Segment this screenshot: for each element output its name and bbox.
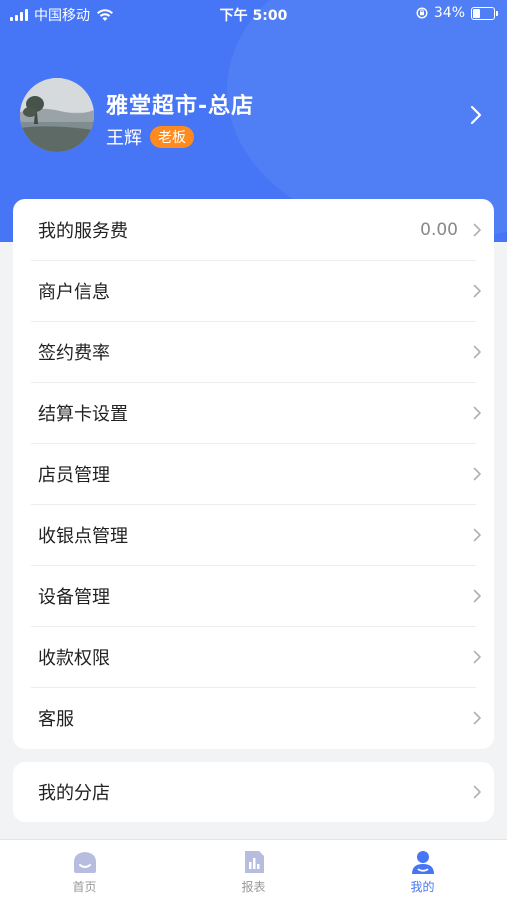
- user-row: 王辉 老板: [106, 124, 194, 150]
- menu-item-payment-permissions[interactable]: 收款权限: [13, 626, 494, 687]
- tab-label: 报表: [241, 880, 266, 894]
- chevron-right-icon[interactable]: [469, 104, 483, 126]
- menu-item-settlement-card[interactable]: 结算卡设置: [13, 382, 494, 443]
- home-icon: [73, 852, 96, 873]
- tab-label: 首页: [72, 880, 97, 894]
- avatar-photo: [20, 78, 94, 152]
- menu-item-label: 我的分店: [38, 783, 110, 804]
- settings-menu-card: 我的服务费 0.00 商户信息 签约费率 结算卡设置 店员管理 收银点管理 设备…: [13, 199, 494, 749]
- menu-item-label: 签约费率: [38, 342, 110, 364]
- report-icon: [244, 851, 264, 873]
- chevron-right-icon: [473, 406, 481, 419]
- service-fee-value: 0.00: [420, 219, 458, 240]
- store-name: 雅堂超市-总店: [106, 94, 255, 119]
- menu-item-devices[interactable]: 设备管理: [13, 565, 494, 626]
- tab-mine[interactable]: 我的: [338, 840, 507, 900]
- chevron-right-icon: [473, 223, 481, 236]
- rotation-lock-icon: [416, 7, 428, 19]
- menu-item-cashier-points[interactable]: 收银点管理: [13, 504, 494, 565]
- user-name: 王辉: [106, 128, 142, 149]
- menu-item-label: 商户信息: [38, 281, 110, 303]
- chevron-right-icon: [473, 711, 481, 724]
- role-badge: 老板: [150, 126, 194, 148]
- tab-label: 我的: [410, 880, 435, 894]
- menu-item-merchant-info[interactable]: 商户信息: [13, 260, 494, 321]
- chevron-right-icon: [473, 785, 481, 799]
- menu-item-customer-service[interactable]: 客服: [13, 687, 494, 748]
- avatar[interactable]: [20, 78, 94, 152]
- profile-icon: [411, 851, 434, 874]
- battery-percent: 34%: [433, 5, 465, 21]
- menu-item-label: 设备管理: [38, 586, 110, 608]
- menu-item-contract-rate[interactable]: 签约费率: [13, 321, 494, 382]
- branch-card: 我的分店: [13, 762, 494, 822]
- tab-report[interactable]: 报表: [169, 840, 338, 900]
- menu-item-label: 收银点管理: [38, 525, 128, 547]
- bottom-tab-bar: 首页 报表 我的: [0, 839, 507, 900]
- menu-item-label: 我的服务费: [38, 220, 128, 242]
- chevron-right-icon: [473, 345, 481, 358]
- menu-item-label: 结算卡设置: [38, 403, 128, 425]
- menu-item-label: 店员管理: [38, 464, 110, 486]
- chevron-right-icon: [473, 650, 481, 663]
- battery-icon: [471, 6, 498, 20]
- chevron-right-icon: [473, 589, 481, 602]
- menu-item-my-branches[interactable]: 我的分店: [13, 762, 494, 822]
- chevron-right-icon: [473, 467, 481, 480]
- menu-item-staff[interactable]: 店员管理: [13, 443, 494, 504]
- status-right: 34%: [416, 5, 498, 21]
- profile-header[interactable]: 雅堂超市-总店 王辉 老板: [20, 78, 493, 154]
- status-bar: 中国移动 下午 5:00 34%: [0, 0, 507, 28]
- menu-item-service-fee[interactable]: 我的服务费 0.00: [13, 199, 494, 260]
- chevron-right-icon: [473, 528, 481, 541]
- battery-fill: [473, 8, 481, 18]
- tab-home[interactable]: 首页: [0, 840, 169, 900]
- chevron-right-icon: [473, 284, 481, 297]
- menu-item-label: 收款权限: [38, 647, 110, 669]
- menu-item-label: 客服: [38, 708, 74, 730]
